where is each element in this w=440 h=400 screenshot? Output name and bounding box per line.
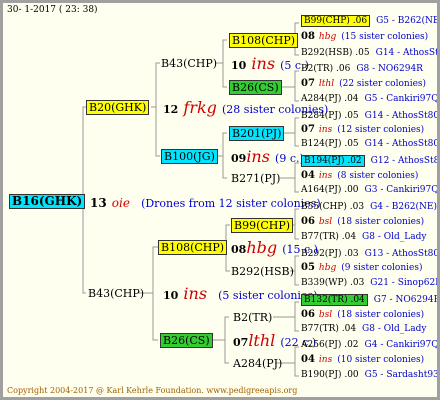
g4-name-11: A164(PJ) .00 G3 - Cankiri97Q bbox=[301, 180, 439, 197]
g3-0-info: 10 ins (5 c.) bbox=[231, 54, 309, 73]
dam-breed: ins bbox=[183, 284, 208, 303]
g4-info-1: 08 hbg (15 sister colonies) bbox=[301, 27, 428, 44]
g4-name-tail: G12 - AthosSt80R bbox=[370, 156, 440, 166]
g2-d-node: B26(CS) bbox=[160, 333, 213, 348]
sire-node: B20(GHK) bbox=[86, 100, 150, 115]
g4-name-label: A284(PJ) .04 bbox=[301, 94, 359, 104]
g3-0-node: B108(CHP) bbox=[229, 33, 299, 48]
root-note: (Drones from 12 sister colonies) bbox=[141, 197, 321, 210]
g4-name-label: B99(CHP) .06 bbox=[301, 15, 371, 27]
header-date: 30- 1-2017 ( 23: 38) bbox=[7, 5, 98, 15]
g4-name-label: B124(PJ) .05 bbox=[301, 139, 359, 149]
g3-6-node: B2(TR) bbox=[233, 311, 273, 324]
g3-4-node: B99(CHP) bbox=[231, 218, 294, 233]
g4-name-label: A256(PJ) .02 bbox=[301, 340, 359, 350]
g4-name-tail: G3 - Cankiri97Q bbox=[364, 185, 439, 195]
pedigree-frame: 30- 1-2017 ( 23: 38) B16(GHK) 13 oie (Dr… bbox=[0, 0, 440, 400]
g4-name-14: B77(TR) .04 G8 - Old_Lady bbox=[301, 227, 426, 244]
g4-colonies: 04 bbox=[301, 354, 315, 365]
g4-name-17: B339(WP) .03 G21 - Sinop62R bbox=[301, 273, 440, 290]
g3-3-node: B271(PJ) bbox=[231, 172, 281, 185]
g4-name-label: B2(TR) .06 bbox=[301, 64, 351, 74]
g4-name-23: B190(PJ) .00 G5 - Sardasht93R bbox=[301, 365, 440, 382]
sire-colonies: 12 bbox=[163, 103, 179, 116]
g4-colonies: 06 bbox=[301, 216, 315, 227]
g4-breed: hbg bbox=[318, 263, 337, 273]
g4-colonies: 08 bbox=[301, 31, 315, 42]
g3-1-node: B26(CS) bbox=[229, 80, 282, 95]
g4-name-label: B339(WP) .03 bbox=[301, 278, 365, 288]
g4-name-label: B55(CHP) .03 bbox=[301, 202, 365, 212]
footer-copyright: Copyright 2004-2017 @ Karl Kehrle Founda… bbox=[7, 386, 298, 395]
g4-note: (18 sister colonies) bbox=[337, 217, 425, 227]
g4-name-tail: G8 - NO6294R bbox=[356, 64, 423, 74]
g4-name-tail: G14 - AthosSt80R bbox=[375, 48, 439, 58]
g4-name-5: A284(PJ) .04 G5 - Cankiri97Q bbox=[301, 89, 439, 106]
g4-name-tail: G21 - Sinop62R bbox=[370, 278, 440, 288]
g4-name-label: B77(TR) .04 bbox=[301, 324, 357, 334]
g4-name-tail: G5 - B262(NE) bbox=[376, 16, 440, 26]
g4-breed: lthl bbox=[318, 79, 335, 89]
g3-2-node: B201(PJ) bbox=[229, 126, 285, 141]
g3-2-info: 09ins (9 c.) bbox=[231, 147, 304, 166]
g4-name-tail: G14 - AthosSt80R bbox=[364, 139, 440, 149]
g4-name-label: A164(PJ) .00 bbox=[301, 185, 359, 195]
sire-breed: frkg bbox=[183, 98, 217, 117]
g4-name-tail: G7 - NO6294R bbox=[373, 295, 440, 305]
dam-colonies: 10 bbox=[163, 289, 179, 302]
g4-note: (22 sister colonies) bbox=[339, 79, 427, 89]
dam-info: 10 ins (5 sister colonies) bbox=[163, 284, 317, 303]
root-info: 13 oie (Drones from 12 sister colonies) bbox=[90, 195, 321, 211]
g3-5-node: B292(HSB) bbox=[231, 265, 294, 278]
g4-name-tail: G4 - B262(NE) bbox=[370, 202, 437, 212]
g4-name-tail: G4 - Cankiri97Q bbox=[364, 340, 439, 350]
g3-7-node: A284(PJ) bbox=[233, 357, 283, 370]
g4-name-2: B292(HSB) .05 G14 - AthosSt80R bbox=[301, 43, 439, 60]
g4-name-label: B77(TR) .04 bbox=[301, 232, 357, 242]
g4-colonies: 07 bbox=[301, 78, 315, 89]
g2-b-node: B100(JG) bbox=[161, 149, 218, 164]
g4-name-8: B124(PJ) .05 G14 - AthosSt80R bbox=[301, 134, 440, 151]
g4-breed: ins bbox=[318, 355, 333, 365]
g4-name-tail: G5 - Sardasht93R bbox=[364, 370, 440, 380]
g4-breed: bsl bbox=[318, 217, 333, 227]
dam-node: B43(CHP) bbox=[88, 287, 145, 300]
g2-c-node: B108(CHP) bbox=[158, 240, 228, 255]
g4-name-20: B77(TR) .04 G8 - Old_Lady bbox=[301, 319, 426, 336]
g4-name-tail: G8 - Old_Lady bbox=[362, 324, 427, 334]
g4-name-label: B190(PJ) .00 bbox=[301, 370, 359, 380]
g4-name-0: B99(CHP) .06 G5 - B262(NE) bbox=[301, 11, 440, 28]
root-colonies: 13 bbox=[90, 196, 107, 210]
g4-name-tail: G5 - Cankiri97Q bbox=[364, 94, 439, 104]
g4-note: (15 sister colonies) bbox=[341, 32, 429, 42]
g4-breed: hbg bbox=[318, 32, 337, 42]
g4-note: (10 sister colonies) bbox=[337, 355, 425, 365]
g2-a-node: B43(CHP) bbox=[161, 57, 218, 70]
root-breed: oie bbox=[111, 196, 130, 210]
g4-name-tail: G8 - Old_Lady bbox=[362, 232, 427, 242]
g4-name-label: B292(HSB) .05 bbox=[301, 48, 370, 58]
g4-note: (9 sister colonies) bbox=[341, 263, 423, 273]
root-node: B16(GHK) bbox=[9, 194, 86, 209]
g4-colonies: 05 bbox=[301, 262, 315, 273]
